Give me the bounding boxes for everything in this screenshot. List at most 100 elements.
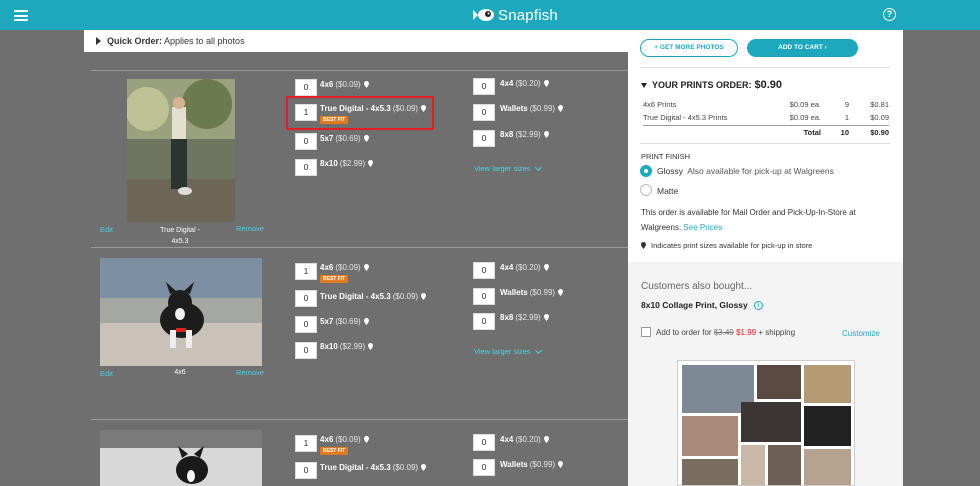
quantity-input[interactable]: 1	[295, 263, 317, 280]
order-table: 4x6 Prints $0.09 ea. 9 $0.81 True Digita…	[643, 97, 889, 139]
view-larger-sizes-link[interactable]: View larger sizes	[474, 163, 542, 173]
quantity-input[interactable]: 0	[295, 462, 317, 479]
customize-link[interactable]: Customize	[842, 329, 880, 338]
size-option: 8x10 ($2.99)	[320, 159, 374, 168]
size-option: 4x6 ($0.09)	[320, 80, 369, 89]
size-option: 8x10 ($2.99)	[320, 342, 374, 351]
remove-link[interactable]: Remove	[236, 224, 264, 233]
size-option: 4x4 ($0.20)	[500, 79, 549, 88]
matte-radio[interactable]	[640, 184, 652, 196]
menu-icon[interactable]	[14, 10, 28, 21]
availability-note: This order is available for Mail Order a…	[641, 208, 856, 232]
pin-icon	[421, 293, 427, 300]
help-icon[interactable]: ?	[883, 8, 896, 21]
chevron-down-icon	[534, 163, 542, 171]
pin-icon	[363, 318, 369, 325]
pin-icon	[363, 81, 369, 88]
pin-icon	[363, 264, 369, 271]
quantity-input[interactable]: 0	[473, 262, 495, 279]
add-collage-checkbox[interactable]	[641, 327, 651, 337]
caret-down-icon	[641, 82, 647, 88]
chevron-right-icon: ›	[824, 44, 827, 51]
size-option: 5x7 ($0.69)	[320, 134, 369, 143]
prints-order-header[interactable]: YOUR PRINTS ORDER: $0.90	[641, 79, 782, 91]
glossy-radio[interactable]	[640, 165, 652, 177]
quantity-input[interactable]: 0	[473, 459, 495, 476]
photo-thumbnail[interactable]	[100, 430, 262, 486]
edit-link[interactable]: Edit	[100, 225, 113, 234]
best-fit-badge: BEST FIT	[320, 275, 349, 283]
table-row: True Digital - 4x5.3 Prints $0.09 ea. 1 …	[643, 113, 889, 123]
quick-order-label: Quick Order:	[107, 36, 163, 46]
panel-gutter	[903, 30, 980, 486]
pin-icon	[368, 343, 374, 350]
collage-preview-image[interactable]	[677, 360, 855, 486]
quick-order-text: Applies to all photos	[164, 36, 245, 46]
quantity-input[interactable]: 0	[473, 288, 495, 305]
row-divider	[91, 247, 628, 248]
panel-divider	[640, 67, 890, 68]
table-row-total: Total 10 $0.90	[643, 124, 889, 139]
quantity-input[interactable]: 0	[473, 313, 495, 330]
size-option: 4x4 ($0.20)	[500, 435, 549, 444]
get-more-photos-button[interactable]: + GET MORE PHOTOS	[640, 39, 738, 57]
size-option: Wallets ($0.99)	[500, 104, 564, 113]
quantity-input[interactable]: 0	[295, 342, 317, 359]
see-prices-link[interactable]: See Prices	[683, 223, 722, 232]
size-option: 5x7 ($0.69)	[320, 317, 369, 326]
quantity-input[interactable]: 1	[295, 435, 317, 452]
quantity-input[interactable]: 0	[473, 130, 495, 147]
remove-link[interactable]: Remove	[236, 368, 264, 377]
pin-icon	[543, 131, 549, 138]
photo-thumbnail[interactable]	[100, 258, 262, 366]
quantity-input[interactable]: 0	[473, 434, 495, 451]
snapfish-logo[interactable]: Snapfish	[473, 5, 558, 25]
photo-caption: True Digital - 4x5.3	[160, 227, 200, 245]
pin-icon	[421, 464, 427, 471]
edit-link[interactable]: Edit	[100, 369, 113, 378]
quantity-input[interactable]: 0	[295, 159, 317, 176]
pin-icon	[543, 314, 549, 321]
pin-icon	[543, 264, 549, 271]
also-product-name: 8x10 Collage Print, Glossy i	[641, 300, 763, 310]
view-larger-sizes-link[interactable]: View larger sizes	[474, 346, 542, 356]
pin-icon	[558, 289, 564, 296]
pin-icon	[558, 105, 564, 112]
photo-caption: 4x6	[174, 369, 186, 376]
chevron-down-icon	[534, 346, 542, 354]
print-finish-title: PRINT FINISH	[641, 152, 691, 161]
quantity-input[interactable]: 0	[473, 78, 495, 95]
quantity-input[interactable]: 0	[295, 316, 317, 333]
top-bar: Snapfish ?	[0, 0, 980, 30]
best-fit-badge: BEST FIT	[320, 447, 349, 455]
size-option: 4x6 ($0.09)	[320, 263, 369, 272]
glossy-label: Glossy Also available for pick-up at Wal…	[657, 166, 834, 176]
pin-icon	[363, 135, 369, 142]
quantity-input[interactable]: 0	[295, 133, 317, 150]
matte-label: Matte	[657, 186, 679, 196]
table-row: 4x6 Prints $0.09 ea. 9 $0.81	[643, 99, 889, 109]
row-divider	[91, 419, 628, 420]
add-to-order-text: Add to order for $3.49 $1.99 + shipping	[656, 328, 796, 337]
pin-icon	[641, 242, 646, 249]
order-total: $0.90	[754, 79, 783, 91]
size-option: 4x6 ($0.09)	[320, 435, 369, 444]
quantity-input[interactable]: 0	[295, 79, 317, 96]
selection-highlight	[286, 96, 434, 130]
add-to-cart-button[interactable]: ADD TO CART ›	[747, 39, 858, 57]
size-option: Wallets ($0.99)	[500, 460, 564, 469]
pin-icon	[543, 80, 549, 87]
row-divider	[91, 70, 628, 71]
fish-icon	[473, 9, 494, 21]
photo-thumbnail[interactable]	[127, 79, 235, 222]
pickup-note: Indicates print sizes available for pick…	[641, 241, 812, 250]
quantity-input[interactable]: 0	[473, 104, 495, 121]
quick-order-bar[interactable]: Quick Order: Applies to all photos	[84, 30, 628, 52]
pin-icon	[543, 436, 549, 443]
quantity-input[interactable]: 0	[295, 290, 317, 307]
panel-divider	[640, 143, 890, 144]
caret-right-icon	[96, 37, 101, 45]
pin-icon	[363, 436, 369, 443]
pin-icon	[558, 461, 564, 468]
info-icon[interactable]: i	[753, 300, 763, 310]
